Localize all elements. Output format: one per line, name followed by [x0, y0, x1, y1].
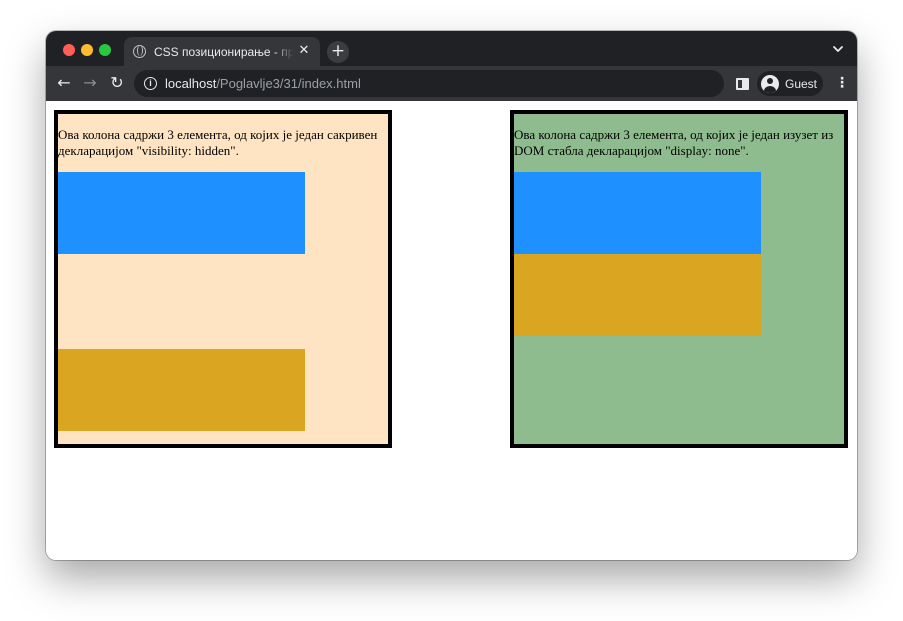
gold-box	[58, 349, 305, 431]
gold-box	[514, 254, 761, 336]
blue-box	[58, 172, 305, 254]
back-button[interactable]: ←	[52, 71, 76, 95]
url-path: /Poglavlje3/31/index.html	[216, 76, 361, 91]
profile-name: Guest	[785, 76, 818, 91]
chevron-down-icon[interactable]	[831, 42, 845, 56]
menu-icon[interactable]: ⋮	[835, 71, 849, 95]
info-icon[interactable]: i	[144, 77, 157, 90]
tab-active[interactable]: CSS позиционирање - приказ ✕	[124, 37, 320, 66]
title-bar: CSS позиционирање - приказ ✕ +	[46, 31, 857, 66]
column-description: Ова колона садржи 3 елемента, од којих ј…	[58, 127, 378, 158]
globe-icon	[133, 45, 146, 58]
tab-title: CSS позиционирање - приказ	[154, 44, 294, 59]
close-window-button[interactable]	[63, 44, 75, 56]
toolbar: ← → ↻ i localhost /Poglavlje3/31/index.h…	[46, 66, 857, 101]
avatar-icon	[761, 74, 779, 93]
minimize-window-button[interactable]	[81, 44, 93, 56]
tab-close-icon[interactable]: ✕	[296, 43, 312, 59]
address-bar[interactable]: i localhost /Poglavlje3/31/index.html	[134, 70, 724, 97]
column-display-none: Ова колона садржи 3 елемента, од којих ј…	[510, 110, 848, 448]
column-visibility-hidden: Ова колона садржи 3 елемента, од којих ј…	[54, 110, 392, 448]
forward-button[interactable]: →	[78, 71, 102, 95]
zoom-window-button[interactable]	[99, 44, 111, 56]
profile-button[interactable]: Guest	[757, 71, 823, 96]
browser-window: CSS позиционирање - приказ ✕ + ← → ↻ i l…	[46, 31, 857, 560]
reload-button[interactable]: ↻	[105, 71, 129, 95]
column-description: Ова колона садржи 3 елемента, од којих ј…	[514, 127, 834, 158]
page-viewport: Ова колона садржи 3 елемента, од којих ј…	[46, 101, 857, 560]
side-panel-icon[interactable]	[736, 78, 749, 90]
url-host: localhost	[165, 76, 217, 91]
blue-box	[514, 172, 761, 254]
new-tab-button[interactable]: +	[327, 41, 349, 63]
